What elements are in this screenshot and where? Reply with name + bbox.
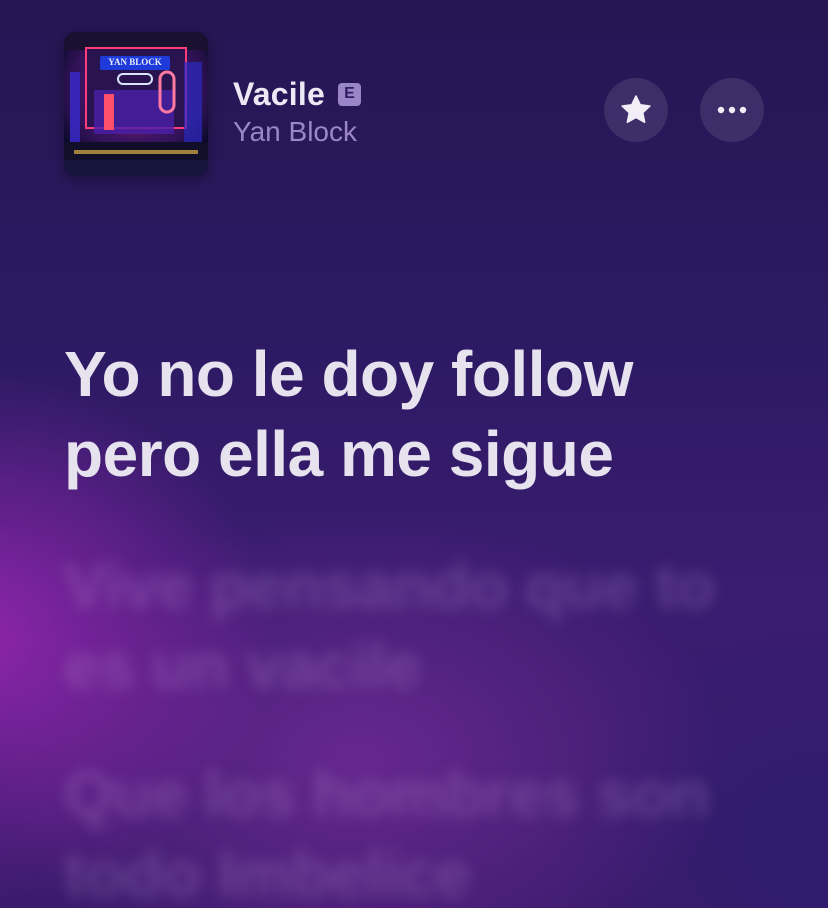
album-cover[interactable]: YAN BLOCK xyxy=(64,32,208,176)
artist-name[interactable]: Yan Block xyxy=(233,116,361,148)
album-cover-art xyxy=(64,32,208,176)
more-options-button[interactable] xyxy=(700,78,764,142)
explicit-badge: E xyxy=(337,82,361,106)
current-lyric-line[interactable]: Yo no le doy follow pero ella me sigue xyxy=(64,334,784,494)
now-playing-header: YAN BLOCK Vacile E Yan Block xyxy=(64,32,764,176)
track-info: Vacile E Yan Block xyxy=(233,74,361,148)
upcoming-lyric-line[interactable]: Vive pensando que to es un vacile xyxy=(64,546,784,706)
lyrics-panel[interactable]: Yo no le doy follow pero ella me sigue V… xyxy=(64,334,784,908)
title-row: Vacile E xyxy=(233,74,361,114)
cover-sign-text: YAN BLOCK xyxy=(108,57,162,67)
song-title[interactable]: Vacile xyxy=(233,76,325,113)
upcoming-lyric-line[interactable]: Que los hombres son todo Imbelice xyxy=(64,754,784,908)
favorite-button[interactable] xyxy=(604,78,668,142)
ellipsis-icon xyxy=(717,106,747,114)
star-icon xyxy=(621,95,651,124)
